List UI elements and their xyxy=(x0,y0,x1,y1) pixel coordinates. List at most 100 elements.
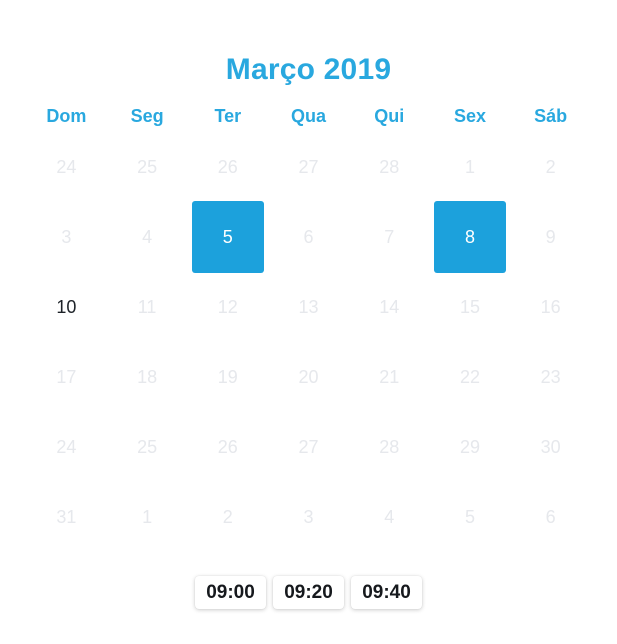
calendar-week-row: 24 25 26 27 28 1 2 xyxy=(26,132,591,202)
calendar-cell: 28 xyxy=(349,132,430,202)
calendar-cell: 22 xyxy=(430,342,511,412)
calendar-day-11: 11 xyxy=(137,296,157,317)
calendar-cell: 26 xyxy=(187,132,268,202)
calendar-day-29: 29 xyxy=(459,436,480,457)
calendar-day-15: 15 xyxy=(459,296,480,317)
calendar-day-6: 6 xyxy=(545,506,556,527)
calendar-week-row: 3 4 5 6 7 8 9 xyxy=(26,201,591,273)
calendar-day-30: 30 xyxy=(540,436,561,457)
calendar-day-25: 25 xyxy=(137,436,158,457)
calendar-week-row: 17 18 19 20 21 22 23 xyxy=(26,342,591,412)
calendar-day-5-selected[interactable]: 5 xyxy=(191,201,264,273)
weekday-label-sex: Sex xyxy=(453,105,486,126)
calendar-month-title: Março 2019 xyxy=(225,53,392,86)
calendar-cell: 16 xyxy=(510,272,591,342)
calendar-day-6: 6 xyxy=(303,226,314,247)
calendar-day-27: 27 xyxy=(298,156,319,177)
calendar-cell: 4 xyxy=(107,202,188,272)
weekday-label-qui: Qui xyxy=(374,105,405,126)
calendar-cell: 5 xyxy=(430,482,511,552)
calendar-cell: 14 xyxy=(349,272,430,342)
calendar-day-4: 4 xyxy=(384,506,395,527)
weekday-label-dom: Dom xyxy=(46,105,87,126)
calendar-day-16: 16 xyxy=(540,296,561,317)
weekday-header-row: Dom Seg Ter Qua Qui Sex Sáb xyxy=(26,100,591,132)
calendar-week-row: 10 11 12 13 14 15 16 xyxy=(26,272,591,342)
calendar-weeks: 24 25 26 27 28 1 2 3 4 5 6 7 8 9 10 11 12 13 14 15 16 17 18 19 2… xyxy=(26,132,591,552)
calendar-cell: 28 xyxy=(349,412,430,482)
calendar-grid: Dom Seg Ter Qua Qui Sex Sáb 24 25 26 27 28 1 2 3 4 5 6 7 8… xyxy=(26,88,591,552)
calendar-day-17: 17 xyxy=(56,366,77,387)
calendar-cell: 3 xyxy=(268,482,349,552)
calendar-cell: 5 xyxy=(187,201,268,273)
calendar-cell: 21 xyxy=(349,342,430,412)
weekday-label-seg: Seg xyxy=(130,105,164,126)
calendar-cell: 6 xyxy=(510,482,591,552)
calendar-day-26: 26 xyxy=(217,156,238,177)
calendar-cell: 1 xyxy=(430,132,511,202)
calendar-cell: 15 xyxy=(430,272,511,342)
time-slot-list: 09:00 09:20 09:40 xyxy=(0,576,617,609)
calendar-cell: 9 xyxy=(510,202,591,272)
weekday-label-ter: Ter xyxy=(214,105,242,126)
time-slot-button[interactable]: 09:40 xyxy=(351,576,422,609)
weekday-label-sáb: Sáb xyxy=(534,105,568,126)
calendar-day-24: 24 xyxy=(56,156,77,177)
calendar-cell: 24 xyxy=(26,132,107,202)
calendar-day-3: 3 xyxy=(61,226,72,247)
calendar-day-21: 21 xyxy=(379,366,400,387)
calendar-cell: 2 xyxy=(510,132,591,202)
calendar-cell: 12 xyxy=(187,272,268,342)
time-slot-button[interactable]: 09:00 xyxy=(195,576,266,609)
calendar-cell: 1 xyxy=(107,482,188,552)
calendar-cell: 25 xyxy=(107,132,188,202)
calendar-day-5: 5 xyxy=(464,506,475,527)
calendar-cell: 24 xyxy=(26,412,107,482)
calendar-header: Março 2019 xyxy=(0,0,617,88)
calendar-cell: 11 xyxy=(107,272,188,342)
calendar-cell: 2 xyxy=(187,482,268,552)
calendar-day-14: 14 xyxy=(379,296,400,317)
calendar-day-12: 12 xyxy=(217,296,238,317)
calendar-cell: 27 xyxy=(268,412,349,482)
calendar-day-18: 18 xyxy=(137,366,158,387)
calendar-week-row: 31 1 2 3 4 5 6 xyxy=(26,482,591,552)
calendar-cell: 13 xyxy=(268,272,349,342)
calendar-day-2: 2 xyxy=(222,506,233,527)
calendar-cell: 27 xyxy=(268,132,349,202)
calendar-day-28: 28 xyxy=(379,156,400,177)
calendar-day-10[interactable]: 10 xyxy=(30,271,102,343)
calendar-week-row: 24 25 26 27 28 29 30 xyxy=(26,412,591,482)
calendar-day-1: 1 xyxy=(142,506,153,527)
calendar-day-22: 22 xyxy=(459,366,480,387)
calendar-day-31: 31 xyxy=(56,506,77,527)
calendar-cell: 18 xyxy=(107,342,188,412)
calendar-cell: 10 xyxy=(26,272,107,342)
calendar-day-23: 23 xyxy=(540,366,561,387)
calendar-day-26: 26 xyxy=(217,436,238,457)
calendar-day-7: 7 xyxy=(384,226,395,247)
calendar-cell: 20 xyxy=(268,342,349,412)
calendar-day-19: 19 xyxy=(217,366,238,387)
calendar-day-3: 3 xyxy=(303,506,314,527)
calendar-day-8-selected[interactable]: 8 xyxy=(433,201,506,273)
calendar-cell: 26 xyxy=(187,412,268,482)
time-slot-button[interactable]: 09:20 xyxy=(273,576,344,609)
calendar-cell: 17 xyxy=(26,342,107,412)
calendar-day-25: 25 xyxy=(137,156,158,177)
calendar-day-24: 24 xyxy=(56,436,77,457)
calendar-cell: 25 xyxy=(107,412,188,482)
calendar-cell: 19 xyxy=(187,342,268,412)
calendar-day-13: 13 xyxy=(298,296,319,317)
calendar-cell: 7 xyxy=(349,202,430,272)
calendar-day-4: 4 xyxy=(142,226,153,247)
calendar-day-27: 27 xyxy=(298,436,319,457)
calendar-cell: 31 xyxy=(26,482,107,552)
calendar-cell: 23 xyxy=(510,342,591,412)
calendar-day-28: 28 xyxy=(379,436,400,457)
calendar-cell: 6 xyxy=(268,202,349,272)
calendar-cell: 30 xyxy=(510,412,591,482)
calendar-day-2: 2 xyxy=(545,156,556,177)
date-time-picker: Março 2019 Dom Seg Ter Qua Qui Sex Sáb 24 25 26 2… xyxy=(0,0,617,644)
calendar-day-20: 20 xyxy=(298,366,319,387)
